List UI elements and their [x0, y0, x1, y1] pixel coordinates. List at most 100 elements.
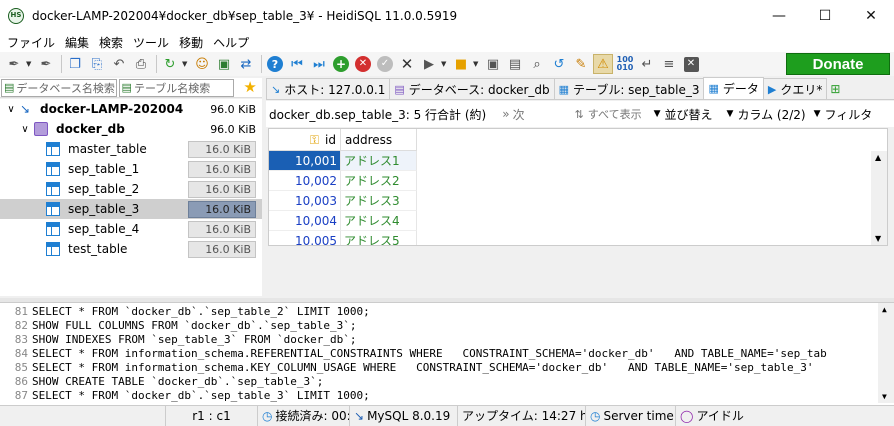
menu-edit[interactable]: 編集: [60, 34, 94, 51]
tab-host[interactable]: ↘ ホスト: 127.0.0.1: [266, 78, 391, 99]
log-queries-button[interactable]: ≡: [659, 54, 679, 74]
minimize-icon: —: [772, 8, 786, 24]
scroll-up-icon[interactable]: ▲: [875, 153, 881, 162]
sort-label: 並び替え: [664, 107, 713, 122]
cell-id[interactable]: 10,004: [269, 211, 341, 231]
donate-button[interactable]: Donate: [786, 53, 890, 75]
open-file-dropdown-arrow[interactable]: ▼: [473, 60, 481, 68]
export-button[interactable]: ⇄: [236, 54, 256, 74]
tab-table[interactable]: ▦ テーブル: sep_table_3: [553, 78, 705, 99]
column-header-id[interactable]: ⚿ id: [269, 129, 341, 151]
cell-address[interactable]: アドレス4: [341, 211, 417, 231]
print-button[interactable]: ⎙: [131, 54, 151, 74]
cell-id[interactable]: 10,005: [269, 231, 341, 245]
close-tab-button[interactable]: ✕: [681, 54, 701, 74]
execute-dropdown-arrow[interactable]: ▼: [441, 60, 449, 68]
user-manager-button[interactable]: ☺: [192, 54, 212, 74]
cell-address[interactable]: アドレス5: [341, 231, 417, 245]
tree-item-database[interactable]: ∨ docker_db 96.0 KiB: [0, 119, 262, 139]
tree-item-table-selected[interactable]: sep_table_3 16.0 KiB: [0, 199, 262, 219]
copy-button[interactable]: ❐: [65, 54, 85, 74]
tree-item-table[interactable]: sep_table_4 16.0 KiB: [0, 219, 262, 239]
table-row[interactable]: 10,005 アドレス5: [269, 231, 417, 245]
menu-search[interactable]: 検索: [94, 34, 128, 51]
sort-arrows-icon: ⇅: [574, 107, 584, 121]
binary-view-button[interactable]: 100 010: [615, 54, 635, 74]
table-row[interactable]: 10,003 アドレス3: [269, 191, 417, 211]
maintenance-button[interactable]: ▣: [214, 54, 234, 74]
cell-address[interactable]: アドレス3: [341, 191, 417, 211]
cancel-edit-button[interactable]: ✕: [397, 54, 417, 74]
cell-id[interactable]: 10,003: [269, 191, 341, 211]
host-icon: ↘: [20, 102, 31, 116]
execute-button[interactable]: ▶: [419, 54, 439, 74]
save-as-button[interactable]: ▤: [505, 54, 525, 74]
menu-file[interactable]: ファイル: [2, 34, 60, 51]
scroll-down-icon[interactable]: ▼: [875, 234, 881, 243]
scroll-down-icon[interactable]: ▼: [882, 392, 887, 401]
tree-item-table[interactable]: sep_table_1 16.0 KiB: [0, 159, 262, 179]
tree-item-host[interactable]: ∨ ↘ docker-LAMP-202004 96.0 KiB: [0, 99, 262, 119]
columns-button[interactable]: ▼ カラム (2/2): [727, 106, 806, 123]
refresh-dropdown-arrow[interactable]: ▼: [182, 60, 190, 68]
tree-item-table[interactable]: master_table 16.0 KiB: [0, 139, 262, 159]
word-wrap-button[interactable]: ↵: [637, 54, 657, 74]
delete-record-button[interactable]: ✕: [353, 54, 373, 74]
filter-button[interactable]: ▼ フィルタ: [814, 106, 873, 123]
grid-scrollbar[interactable]: ▲ ▼: [871, 151, 887, 245]
tree-item-table[interactable]: test_table 16.0 KiB: [0, 239, 262, 259]
new-query-tab-button[interactable]: ⊞: [826, 78, 844, 99]
table-row[interactable]: 10,001 アドレス1: [269, 151, 417, 171]
activity-status: ◯ アイドル: [680, 408, 744, 424]
post-record-button[interactable]: ✓: [375, 54, 395, 74]
help-button[interactable]: ?: [265, 54, 285, 74]
sort-button[interactable]: ▼ 並び替え: [654, 106, 713, 123]
cell-id[interactable]: 10,001: [269, 151, 341, 171]
menu-go[interactable]: 移動: [174, 34, 208, 51]
primary-key-icon: ⚿: [309, 132, 320, 147]
chevron-down-icon[interactable]: ∨: [18, 124, 32, 135]
save-button[interactable]: ▣: [483, 54, 503, 74]
paste-button[interactable]: ⎘: [87, 54, 107, 74]
scroll-up-icon[interactable]: ▲: [882, 305, 887, 314]
open-file-button[interactable]: ■: [451, 54, 471, 74]
table-filter-input[interactable]: ▤ テーブル名検索: [118, 78, 235, 97]
column-header-address[interactable]: address: [341, 129, 417, 151]
cell-id[interactable]: 10,002: [269, 171, 341, 191]
insert-record-button[interactable]: +: [331, 54, 351, 74]
tab-data[interactable]: ▦ データ: [703, 77, 764, 99]
table-row[interactable]: 10,002 アドレス2: [269, 171, 417, 191]
stop-on-error-button[interactable]: ⚠: [593, 54, 613, 74]
first-record-button[interactable]: ⏮: [287, 54, 307, 74]
double-chevron-right-icon: »: [502, 107, 510, 121]
format-sql-button[interactable]: ✎: [571, 54, 591, 74]
chevron-down-icon[interactable]: ∨: [4, 104, 18, 115]
replace-button[interactable]: ↺: [549, 54, 569, 74]
close-button[interactable]: ✕: [848, 0, 894, 32]
disconnect-button[interactable]: ✒: [36, 54, 56, 74]
cell-address[interactable]: アドレス1: [341, 151, 417, 171]
tab-database[interactable]: ▤ データベース: docker_db: [389, 78, 555, 99]
unplug-icon: ✒: [40, 56, 52, 72]
database-filter-input[interactable]: ▤ データベース名検索: [1, 78, 117, 97]
play-icon: ▶: [767, 82, 777, 96]
undo-button[interactable]: ↶: [109, 54, 129, 74]
maximize-button[interactable]: ☐: [802, 0, 848, 32]
connect-button[interactable]: ✒: [4, 54, 24, 74]
favorites-button[interactable]: ★: [240, 78, 260, 98]
find-button[interactable]: ⌕: [527, 54, 547, 74]
tree-item-table[interactable]: sep_table_2 16.0 KiB: [0, 179, 262, 199]
sql-log-scrollbar[interactable]: ▲ ▼: [878, 303, 894, 403]
connect-dropdown-arrow[interactable]: ▼: [26, 60, 34, 68]
sql-log[interactable]: 81 SELECT * FROM `docker_db`.`sep_table_2…: [0, 302, 894, 405]
table-row[interactable]: 10,004 アドレス4: [269, 211, 417, 231]
menu-tools[interactable]: ツール: [128, 34, 174, 51]
next-button[interactable]: » 次: [502, 106, 524, 123]
menu-help[interactable]: ヘルプ: [208, 34, 254, 51]
last-record-button[interactable]: ⏭: [309, 54, 329, 74]
tab-query[interactable]: ▶ クエリ*: [762, 78, 828, 99]
minimize-button[interactable]: —: [756, 0, 802, 32]
refresh-button[interactable]: ↻: [160, 54, 180, 74]
cell-address[interactable]: アドレス2: [341, 171, 417, 191]
show-all-button[interactable]: ⇅ すべて表示: [575, 106, 642, 122]
